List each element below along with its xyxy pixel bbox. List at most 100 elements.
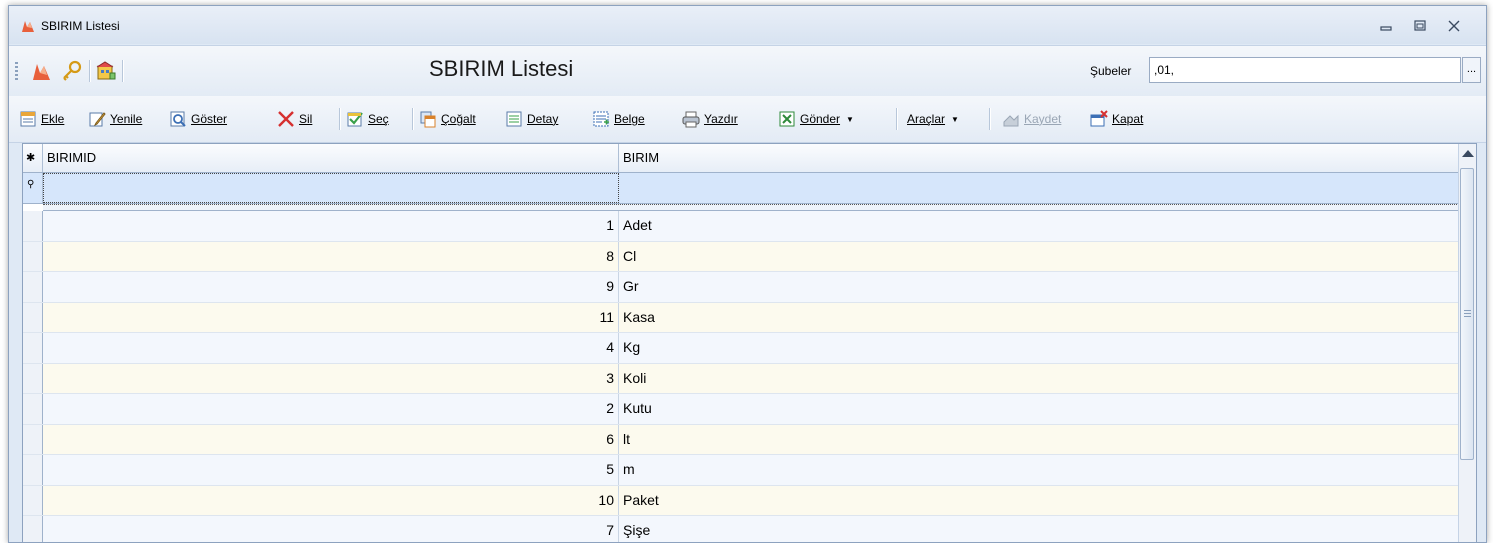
- toolbar-separator: [339, 108, 341, 130]
- cell-birim[interactable]: Adet: [619, 211, 1459, 241]
- row-indicator[interactable]: [23, 424, 43, 454]
- cell-birim[interactable]: Kg: [619, 333, 1459, 363]
- cell-birim[interactable]: Cl: [619, 242, 1459, 272]
- cell-birim[interactable]: Kasa: [619, 303, 1459, 333]
- maximize-button[interactable]: [1411, 18, 1429, 34]
- table-row[interactable]: 7 Şişe: [23, 516, 1459, 542]
- row-indicator[interactable]: [23, 516, 43, 542]
- ekle-label: Ekle: [41, 112, 65, 126]
- kaydet-button[interactable]: Kaydet: [1002, 108, 1061, 130]
- save-icon: [1003, 114, 1019, 127]
- cell-birim[interactable]: Şişe: [619, 516, 1459, 542]
- cell-birimid[interactable]: 5: [43, 455, 619, 485]
- sec-label: Seç: [368, 112, 389, 126]
- cell-birim[interactable]: lt: [619, 425, 1459, 455]
- sil-button[interactable]: Sil: [277, 108, 312, 130]
- title-bar: SBIRIM Listesi: [9, 6, 1486, 44]
- view-icon: [170, 111, 186, 127]
- cell-birim[interactable]: Paket: [619, 486, 1459, 516]
- cell-birimid[interactable]: 11: [43, 302, 619, 332]
- add-record-icon: [20, 111, 36, 127]
- cell-birim[interactable]: m: [619, 455, 1459, 485]
- detail-icon: [506, 111, 522, 127]
- document-icon: [593, 111, 609, 127]
- cell-birimid[interactable]: 9: [43, 272, 619, 302]
- select-icon: [347, 112, 363, 127]
- cell-birimid[interactable]: 4: [43, 333, 619, 363]
- row-indicator[interactable]: [23, 241, 43, 271]
- table-row[interactable]: 1 Adet: [23, 211, 1459, 242]
- row-indicator[interactable]: [23, 363, 43, 393]
- detay-button[interactable]: Detay: [505, 108, 558, 130]
- belge-label: Belge: [614, 112, 645, 126]
- kaydet-label: Kaydet: [1024, 112, 1062, 126]
- table-row[interactable]: 11 Kasa: [23, 302, 1459, 333]
- row-indicator-header[interactable]: ✱: [23, 144, 43, 172]
- close-button[interactable]: [1445, 18, 1463, 34]
- filter-cell-birim[interactable]: [619, 173, 1459, 203]
- cell-birim[interactable]: Koli: [619, 364, 1459, 394]
- table-row[interactable]: 8 Cl: [23, 241, 1459, 272]
- yenile-button[interactable]: Yenile: [88, 108, 142, 130]
- app-logo-icon[interactable]: [31, 60, 53, 82]
- grid-divider: [43, 204, 1459, 211]
- yazdir-label: Yazdır: [704, 112, 738, 126]
- cogalt-button[interactable]: Çoğalt: [419, 108, 476, 130]
- row-indicator[interactable]: [23, 211, 43, 241]
- row-indicator[interactable]: [23, 272, 43, 302]
- vertical-scrollbar[interactable]: [1458, 144, 1476, 542]
- table-row[interactable]: 6 lt: [23, 424, 1459, 455]
- action-toolbar: Ekle Yenile Göster Sil Seç Çoğalt Detay: [9, 96, 1486, 143]
- building-icon[interactable]: [95, 60, 117, 82]
- belge-button[interactable]: Belge: [592, 108, 645, 130]
- subeler-input[interactable]: [1149, 57, 1461, 83]
- yazdir-button[interactable]: Yazdır: [682, 108, 738, 130]
- sec-button[interactable]: Seç: [346, 108, 389, 130]
- filter-cell-birimid[interactable]: [43, 173, 619, 203]
- row-indicator[interactable]: [23, 455, 43, 485]
- detay-label: Detay: [527, 112, 559, 126]
- table-row[interactable]: 10 Paket: [23, 485, 1459, 516]
- toolbar-separator: [896, 108, 898, 130]
- table-row[interactable]: 4 Kg: [23, 333, 1459, 364]
- scroll-thumb[interactable]: [1460, 168, 1474, 460]
- cell-birimid[interactable]: 8: [43, 241, 619, 271]
- ekle-button[interactable]: Ekle: [19, 108, 64, 130]
- table-row[interactable]: 2 Kutu: [23, 394, 1459, 425]
- gonder-button[interactable]: Gönder ▼: [778, 108, 854, 130]
- table-row[interactable]: 9 Gr: [23, 272, 1459, 303]
- cell-birimid[interactable]: 3: [43, 363, 619, 393]
- subeler-browse-button[interactable]: ...: [1462, 57, 1481, 83]
- row-indicator[interactable]: [23, 302, 43, 332]
- row-indicator[interactable]: [23, 333, 43, 363]
- pencil-icon: [89, 112, 106, 127]
- table-row[interactable]: 5m: [23, 455, 1459, 486]
- filter-row: ⚲: [23, 173, 1459, 204]
- column-header-birimid[interactable]: BIRIMID: [43, 144, 619, 172]
- toolbar-separator: [989, 108, 991, 130]
- minimize-button[interactable]: [1377, 18, 1395, 34]
- page-title: SBIRIM Listesi: [429, 56, 574, 81]
- column-header-birim[interactable]: BIRIM: [619, 144, 1459, 172]
- araclar-label: Araçlar: [907, 112, 946, 126]
- chevron-down-icon: ▼: [846, 114, 854, 124]
- table-row[interactable]: 3 Koli: [23, 363, 1459, 394]
- top-toolbar: SBIRIM Listesi Şubeler ...: [9, 45, 1486, 97]
- toolbar-grip[interactable]: [15, 62, 18, 80]
- cell-birimid[interactable]: 1: [43, 211, 619, 241]
- kapat-button[interactable]: Kapat: [1090, 108, 1143, 130]
- key-icon[interactable]: [61, 60, 83, 82]
- cell-birimid[interactable]: 10: [43, 485, 619, 515]
- cell-birimid[interactable]: 7: [43, 516, 619, 542]
- cell-birim[interactable]: Gr: [619, 272, 1459, 302]
- cell-birimid[interactable]: 2: [43, 394, 619, 424]
- araclar-button[interactable]: Araçlar ▼: [907, 108, 959, 130]
- printer-icon: [682, 111, 700, 128]
- row-indicator[interactable]: [23, 485, 43, 515]
- scroll-up-icon[interactable]: [1462, 150, 1474, 157]
- delete-icon: [278, 111, 294, 127]
- cell-birim[interactable]: Kutu: [619, 394, 1459, 424]
- row-indicator[interactable]: [23, 394, 43, 424]
- goster-button[interactable]: Göster: [169, 108, 227, 130]
- cell-birimid[interactable]: 6: [43, 424, 619, 454]
